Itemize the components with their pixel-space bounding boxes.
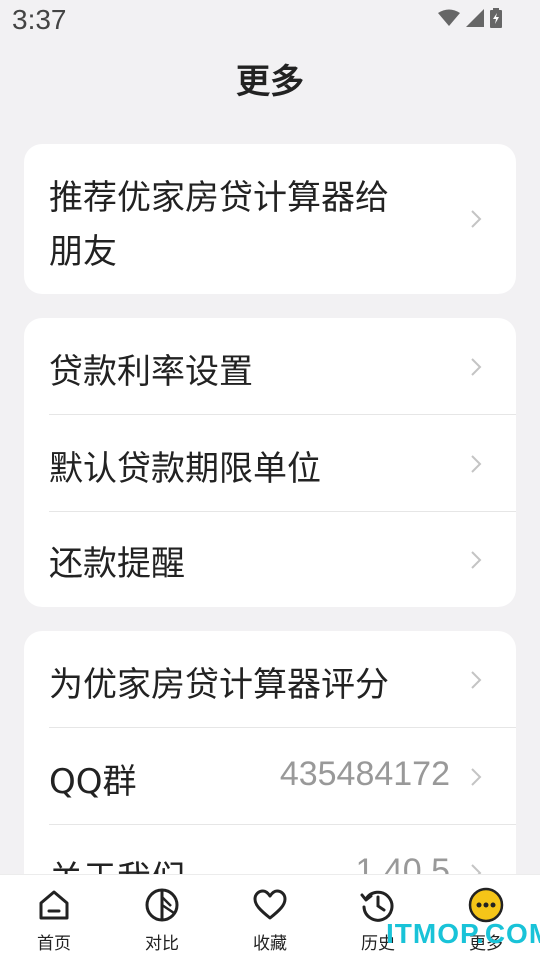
chevron-right-icon — [471, 210, 482, 228]
chevron-right-icon — [471, 550, 482, 569]
status-bar: 3:37 — [0, 0, 540, 44]
tab-home[interactable]: 首页 — [0, 875, 108, 961]
loan-rate-settings-item[interactable]: 贷款利率设置 — [24, 318, 516, 415]
settings-card: 贷款利率设置 默认贷款期限单位 还款提醒 — [24, 318, 516, 607]
wifi-icon — [438, 9, 460, 26]
status-time: 3:37 — [12, 4, 67, 35]
recommend-label-line2: 朋友 — [49, 232, 117, 272]
heart-icon — [253, 889, 287, 920]
repayment-reminder-label: 还款提醒 — [49, 544, 185, 584]
chevron-right-icon — [471, 767, 482, 786]
page-title: 更多 — [236, 62, 304, 102]
share-card: 推荐优家房贷计算器给 朋友 — [24, 144, 516, 294]
default-term-unit-label: 默认贷款期限单位 — [49, 449, 321, 489]
chevron-right-icon — [471, 357, 482, 376]
repayment-reminder-item[interactable]: 还款提醒 — [24, 512, 516, 607]
tab-favorites-label: 收藏 — [253, 934, 287, 954]
compare-icon — [145, 888, 179, 922]
loan-rate-settings-label: 贷款利率设置 — [49, 352, 253, 392]
tab-compare-label: 对比 — [145, 934, 179, 954]
qq-group-item[interactable]: QQ群 435484172 — [24, 728, 516, 825]
watermark: ITMOP.COM — [386, 918, 540, 949]
rate-app-item[interactable]: 为优家房贷计算器评分 — [24, 631, 516, 728]
recommend-app-item[interactable]: 推荐优家房贷计算器给 朋友 — [24, 144, 516, 294]
recommend-label-line1: 推荐优家房贷计算器给 — [49, 178, 389, 218]
chevron-right-icon — [471, 454, 482, 473]
tab-compare[interactable]: 对比 — [108, 875, 216, 961]
tab-favorites[interactable]: 收藏 — [216, 875, 324, 961]
home-icon — [39, 890, 69, 920]
chevron-right-icon — [471, 670, 482, 689]
tab-home-label: 首页 — [37, 934, 71, 954]
default-term-unit-item[interactable]: 默认贷款期限单位 — [24, 415, 516, 512]
qq-group-label: QQ群 — [49, 762, 137, 802]
qq-group-number: 435484172 — [279, 755, 450, 793]
rate-app-label: 为优家房贷计算器评分 — [49, 665, 389, 705]
battery-charging-icon — [490, 8, 502, 28]
cellular-signal-icon — [466, 9, 484, 27]
